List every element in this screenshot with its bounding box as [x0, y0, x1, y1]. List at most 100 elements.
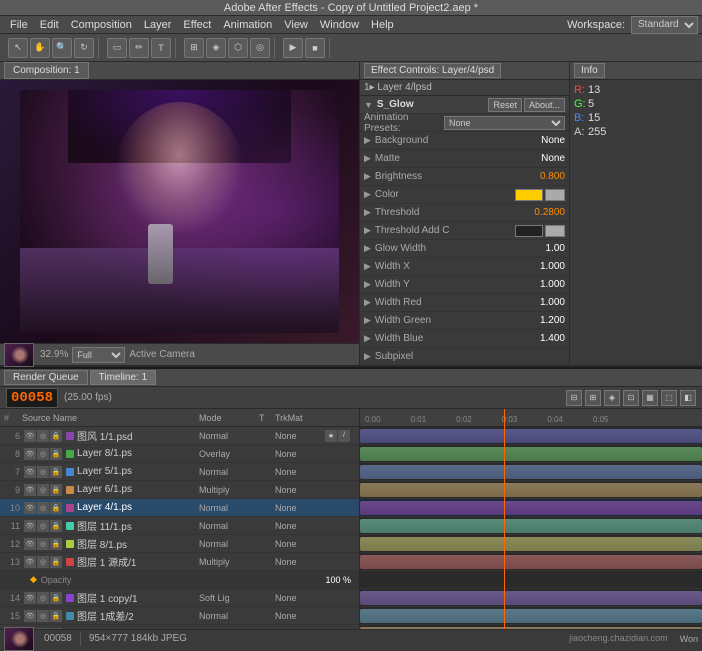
timeline-tab[interactable]: Timeline: 1 [90, 370, 157, 385]
col-header-num: # [4, 413, 22, 423]
hand-tool[interactable]: ✋ [30, 38, 50, 58]
tl-icon-3[interactable]: ◈ [604, 390, 620, 406]
param-threshold-add[interactable]: ▶ Threshold Add C [360, 222, 569, 240]
layer-row-selected[interactable]: 10 👁 ◎ 🔒 Layer 4/1.ps Normal None [0, 499, 359, 517]
track-row [360, 499, 702, 517]
param-background: ▶ Background None [360, 132, 569, 150]
param-width-red[interactable]: ▶ Width Red 1.000 [360, 294, 569, 312]
color-swatch2[interactable] [545, 189, 565, 201]
track-row [360, 553, 702, 571]
tl-icon-6[interactable]: ⬚ [661, 390, 677, 406]
param-width-y[interactable]: ▶ Width Y 1.000 [360, 276, 569, 294]
param-threshold[interactable]: ▶ Threshold 0.2800 [360, 204, 569, 222]
layer-slash-icon[interactable]: / [338, 430, 350, 442]
layer-lock-icon[interactable]: 🔒 [50, 430, 62, 442]
layer-trkmat: None [275, 431, 325, 441]
layer-num: 6 [4, 431, 20, 441]
info-g-row: G: 5 [574, 98, 698, 110]
track-bar [360, 501, 702, 515]
info-tab[interactable]: Info [574, 63, 605, 78]
comp-tab[interactable]: Composition: 1 [4, 62, 89, 79]
a-label: A: [574, 126, 588, 138]
render-queue-tab[interactable]: Render Queue [4, 370, 88, 385]
layer-row[interactable]: 13 👁 ◎ 🔒 图层 1 源成/1 Multiply None [0, 553, 359, 571]
rect-tool[interactable]: ▭ [107, 38, 127, 58]
menu-layer[interactable]: Layer [138, 19, 178, 31]
r-value: 13 [588, 84, 600, 96]
layer-row[interactable]: 14 👁 ◎ 🔒 图层 1 copy/1 Soft Lig None [0, 589, 359, 607]
top-section: Composition: 1 32.9% FullHalfQuarter Act… [0, 62, 702, 367]
param-brightness[interactable]: ▶ Brightness 0.800 [360, 168, 569, 186]
layer-row[interactable]: 15 👁 ◎ 🔒 图层 1成差/2 Normal None [0, 607, 359, 625]
track-row [360, 481, 702, 499]
reset-button[interactable]: Reset [488, 98, 522, 112]
misc-tool-4[interactable]: ◎ [250, 38, 270, 58]
zoom-value: 32.9% [40, 349, 68, 360]
col-header-name: Source Name [22, 413, 199, 423]
zoom-tool[interactable]: 🔍 [52, 38, 72, 58]
param-width-blue[interactable]: ▶ Width Blue 1.400 [360, 330, 569, 348]
menu-view[interactable]: View [278, 19, 314, 31]
play-btn[interactable]: ▶ [283, 38, 303, 58]
layer-icons: 👁 ◎ 🔒 [24, 430, 62, 442]
stop-btn[interactable]: ■ [305, 38, 325, 58]
layer-row[interactable]: 9 👁 ◎ 🔒 Layer 6/1.ps Multiply None [0, 481, 359, 499]
layer-row[interactable]: 12 👁 ◎ 🔒 图层 8/1.ps Normal None [0, 535, 359, 553]
tl-icon-4[interactable]: ⊡ [623, 390, 639, 406]
track-row [360, 589, 702, 607]
thresh-swatch[interactable] [515, 225, 543, 237]
tl-icon-2[interactable]: ⊞ [585, 390, 601, 406]
track-row [360, 427, 702, 445]
track-row [360, 607, 702, 625]
thresh-swatch2[interactable] [545, 225, 565, 237]
misc-tool-2[interactable]: ◈ [206, 38, 226, 58]
menu-window[interactable]: Window [314, 19, 365, 31]
param-glow-width[interactable]: ▶ Glow Width 1.00 [360, 240, 569, 258]
layer-row[interactable]: 11 👁 ◎ 🔒 图层 11/1.ps Normal None [0, 517, 359, 535]
r-label: R: [574, 84, 588, 96]
param-width-x[interactable]: ▶ Width X 1.000 [360, 258, 569, 276]
time-ruler: 0:000:010:020:030:040:05 [360, 409, 702, 426]
quality-select[interactable]: FullHalfQuarter [72, 347, 125, 363]
file-info: 954×777 184kb JPEG [89, 633, 187, 644]
param-color[interactable]: ▶ Color [360, 186, 569, 204]
menu-animation[interactable]: Animation [217, 19, 278, 31]
menu-composition[interactable]: Composition [65, 19, 138, 31]
watermark-container: jiaocheng.chazidian.com [569, 633, 668, 644]
effects-tab[interactable]: Effect Controls: Layer/4/psd [364, 63, 501, 78]
won-text: Won [680, 634, 698, 644]
layer-eye-icon[interactable]: 👁 [24, 430, 36, 442]
track-ruler: 0:000:010:020:030:040:05 [360, 409, 702, 427]
workspace-select[interactable]: Standard [631, 16, 698, 34]
layer-star-icon[interactable]: ★ [325, 430, 337, 442]
comp-panel: Composition: 1 32.9% FullHalfQuarter Act… [0, 62, 360, 365]
presets-select[interactable]: None [444, 116, 565, 130]
about-button[interactable]: About... [524, 98, 565, 112]
tl-icon-7[interactable]: ◧ [680, 390, 696, 406]
rotate-tool[interactable]: ↻ [74, 38, 94, 58]
comp-footer: 32.9% FullHalfQuarter Active Camera [0, 343, 359, 365]
menu-edit[interactable]: Edit [34, 19, 65, 31]
pen-tool[interactable]: ✏ [129, 38, 149, 58]
tl-icon-1[interactable]: ⊟ [566, 390, 582, 406]
color-swatch[interactable] [515, 189, 543, 201]
layer-row[interactable]: 6 👁 ◎ 🔒 图风 1/1.psd Normal None ★ / [0, 427, 359, 445]
misc-tool-1[interactable]: ⊞ [184, 38, 204, 58]
layer-row[interactable]: 7 👁 ◎ 🔒 Layer 5/1.ps Normal None [0, 463, 359, 481]
layer-solo-icon[interactable]: ◎ [37, 430, 49, 442]
param-width-green[interactable]: ▶ Width Green 1.200 [360, 312, 569, 330]
param-matte: ▶ Matte None [360, 150, 569, 168]
comp-canvas[interactable] [0, 80, 359, 343]
misc-tool-3[interactable]: ⬡ [228, 38, 248, 58]
menu-help[interactable]: Help [365, 19, 400, 31]
layer-row[interactable]: 8 👁 ◎ 🔒 Layer 8/1.ps Overlay None [0, 445, 359, 463]
info-a-row: A: 255 [574, 126, 698, 138]
track-row [360, 445, 702, 463]
frame-status: 00058 [44, 633, 72, 644]
text-tool[interactable]: T [151, 38, 171, 58]
menu-effect[interactable]: Effect [177, 19, 217, 31]
selection-tool[interactable]: ↖ [8, 38, 28, 58]
menu-file[interactable]: File [4, 19, 34, 31]
fps-label: (25.00 fps) [64, 392, 112, 403]
tl-icon-5[interactable]: ▦ [642, 390, 658, 406]
